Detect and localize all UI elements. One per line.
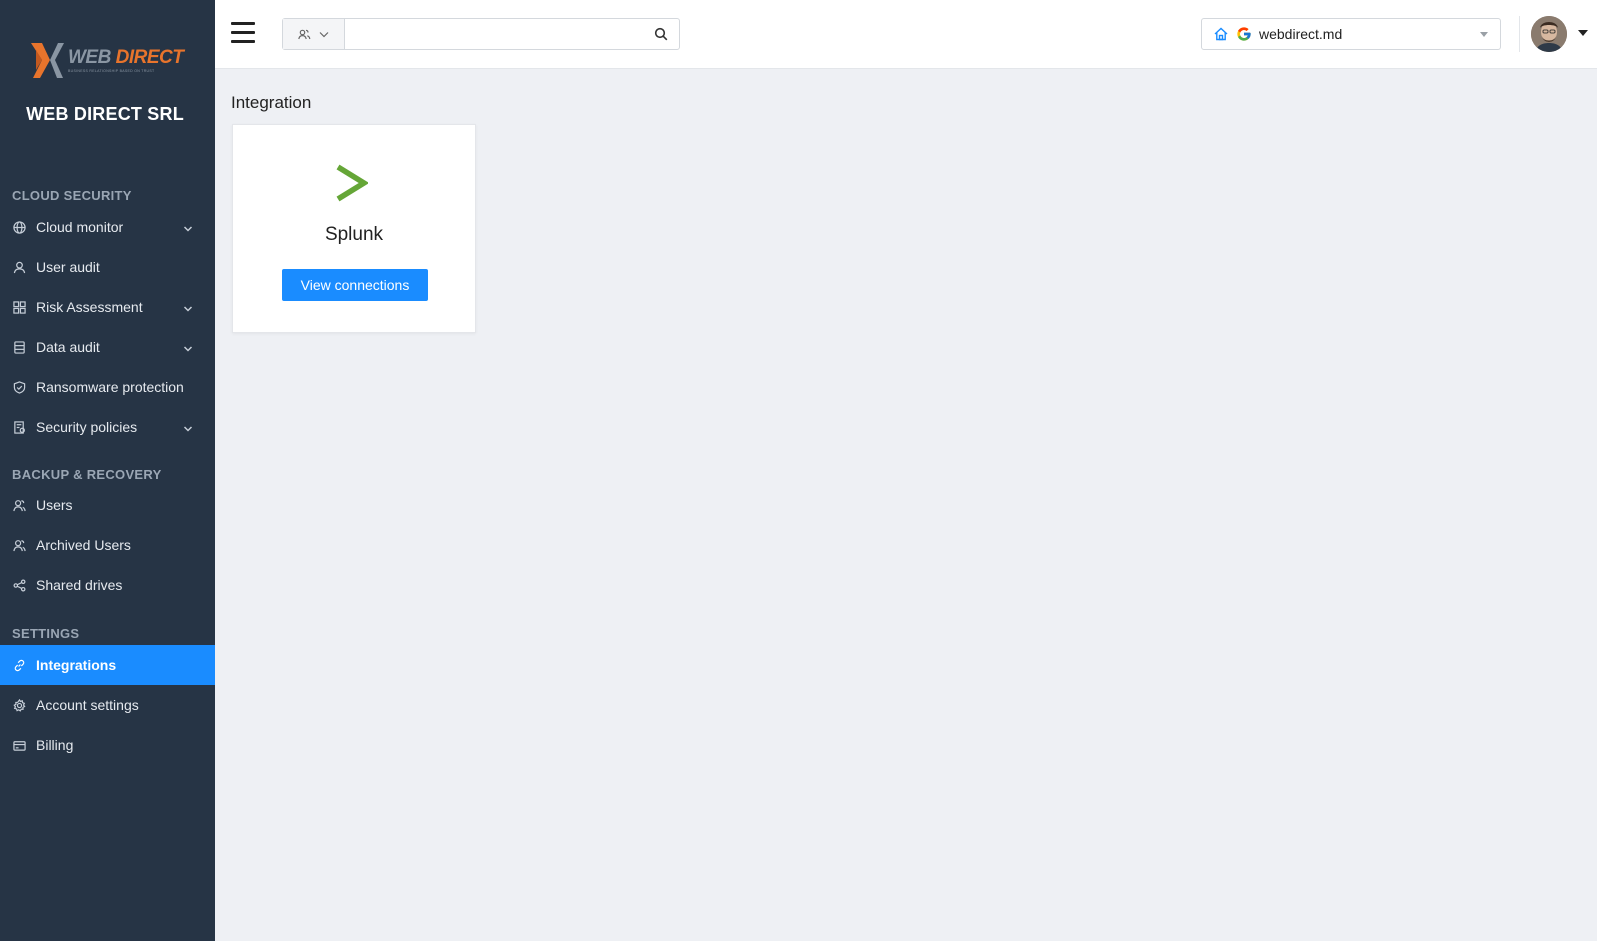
company-logo[interactable]: WEB DIRECT BUSINESS RELATIONSHIP BASED O…	[28, 38, 188, 82]
integration-card-splunk: Splunk View connections	[232, 124, 476, 333]
sidebar-item-label: Cloud monitor	[36, 219, 124, 235]
sidebar-item-label: Shared drives	[36, 577, 123, 593]
grid-icon	[12, 300, 26, 314]
link-icon	[12, 658, 26, 672]
user-menu-caret-icon[interactable]	[1578, 30, 1588, 36]
splunk-logo-icon	[336, 164, 368, 202]
chevron-down-icon[interactable]	[183, 301, 193, 312]
domain-value: webdirect.md	[1259, 26, 1343, 42]
users-icon	[12, 498, 26, 512]
top-header: webdirect.md	[215, 0, 1597, 69]
sidebar-item-label: Archived Users	[36, 537, 131, 553]
sidebar-item-ransomware-protection[interactable]: Ransomware protection	[0, 367, 215, 407]
sidebar: WEB DIRECT BUSINESS RELATIONSHIP BASED O…	[0, 0, 215, 941]
sidebar-item-cloud-monitor[interactable]: Cloud monitor	[0, 207, 215, 247]
integration-name: Splunk	[324, 224, 384, 245]
header-divider	[1519, 16, 1520, 52]
policy-icon	[12, 420, 26, 434]
sidebar-item-users[interactable]: Users	[0, 485, 215, 525]
sidebar-item-shared-drives[interactable]: Shared drives	[0, 565, 215, 605]
chevron-down-icon[interactable]	[183, 341, 193, 352]
shield-icon	[12, 380, 26, 394]
avatar[interactable]	[1531, 16, 1567, 52]
sidebar-item-label: Data audit	[36, 339, 100, 355]
section-title-backup-recovery: BACKUP & RECOVERY	[12, 467, 162, 482]
google-icon	[1236, 26, 1252, 42]
database-icon	[12, 340, 26, 354]
page-title: Integration	[231, 93, 312, 112]
gear-icon	[12, 698, 26, 712]
search-input[interactable]	[345, 19, 643, 49]
caret-down-icon	[1480, 32, 1488, 37]
share-icon	[12, 578, 26, 592]
chevron-down-icon	[319, 31, 329, 37]
domain-selector[interactable]: webdirect.md	[1201, 18, 1501, 50]
sidebar-item-label: Users	[36, 497, 73, 513]
sidebar-item-label: Integrations	[36, 657, 117, 673]
section-title-settings: SETTINGS	[12, 626, 80, 641]
archived-users-icon	[12, 538, 26, 552]
menu-toggle-icon[interactable]	[231, 22, 255, 44]
search-group	[282, 18, 680, 50]
search-icon[interactable]	[643, 19, 679, 49]
company-name: WEB DIRECT SRL	[26, 104, 184, 124]
home-icon	[1213, 26, 1229, 42]
chevron-down-icon[interactable]	[183, 221, 193, 232]
logo-word-web: WEB	[68, 46, 111, 68]
sidebar-item-label: Ransomware protection	[36, 379, 184, 395]
section-title-cloud-security: CLOUD SECURITY	[12, 188, 132, 203]
user-icon	[12, 260, 26, 274]
sidebar-item-label: Billing	[36, 737, 74, 753]
sidebar-item-label: Security policies	[36, 419, 138, 435]
logo-word-direct: DIRECT	[115, 46, 184, 68]
sidebar-item-integrations[interactable]: Integrations	[0, 645, 215, 685]
sidebar-item-risk-assessment[interactable]: Risk Assessment	[0, 287, 215, 327]
sidebar-item-archived-users[interactable]: Archived Users	[0, 525, 215, 565]
sidebar-item-data-audit[interactable]: Data audit	[0, 327, 215, 367]
sidebar-item-label: Risk Assessment	[36, 299, 143, 315]
logo-tagline: BUSINESS RELATIONSHIP BASED ON TRUST	[68, 68, 155, 73]
sidebar-item-billing[interactable]: Billing	[0, 725, 215, 765]
view-connections-button[interactable]: View connections	[282, 269, 428, 301]
sidebar-item-account-settings[interactable]: Account settings	[0, 685, 215, 725]
sidebar-item-label: User audit	[36, 259, 100, 275]
globe-icon	[12, 220, 26, 234]
sidebar-item-label: Account settings	[36, 697, 139, 713]
sidebar-item-user-audit[interactable]: User audit	[0, 247, 215, 287]
chevron-down-icon[interactable]	[183, 421, 193, 432]
logo-mark-icon	[31, 43, 64, 78]
credit-card-icon	[12, 738, 26, 752]
users-icon	[298, 29, 311, 39]
sidebar-item-security-policies[interactable]: Security policies	[0, 407, 215, 447]
search-scope-dropdown[interactable]	[283, 19, 345, 49]
